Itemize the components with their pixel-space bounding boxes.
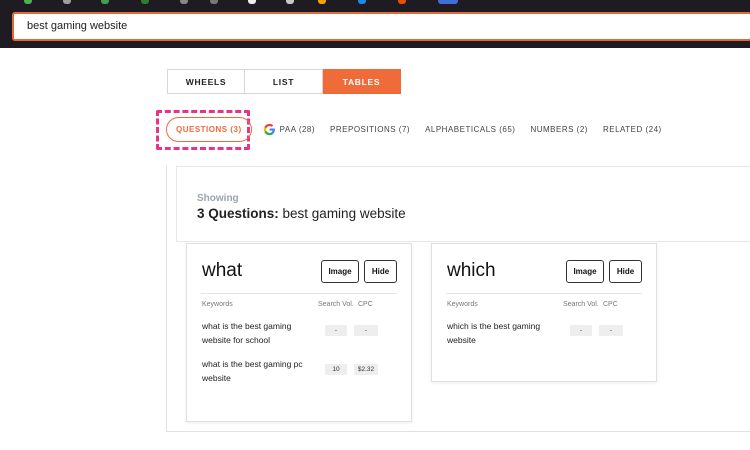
keywords-column-header: Keywords	[202, 301, 233, 308]
search-vol-column-header: Search Vol.	[563, 301, 599, 308]
tab-alphabeticals[interactable]: ALPHABETICALS (65)	[425, 117, 515, 142]
card-divider	[446, 293, 642, 294]
cpc-column-header: CPC	[358, 301, 373, 308]
tab-favicon	[141, 0, 149, 4]
tab-tables[interactable]: TABLES	[323, 69, 401, 94]
top-bar: best gaming website	[0, 0, 750, 48]
tab-favicon	[101, 0, 109, 4]
cpc-column-header: CPC	[603, 301, 618, 308]
keywords-column-header: Keywords	[447, 301, 478, 308]
google-icon	[263, 123, 275, 136]
question-card-what: what Image Hide Keywords Search Vol. CPC…	[186, 243, 412, 422]
cpc-value: $2.32	[354, 364, 378, 375]
showing-label: Showing	[197, 193, 239, 204]
tab-paa-label: PAA (28)	[279, 125, 316, 134]
sub-tabs: QUESTIONS (3) PAA (28) PREPOSITIONS (7) …	[166, 117, 677, 142]
keyword-row-text: what is the best gaming website for scho…	[202, 321, 292, 345]
question-card-which: which Image Hide Keywords Search Vol. CP…	[431, 243, 657, 382]
image-button[interactable]: Image	[566, 260, 604, 283]
search-input[interactable]: best gaming website	[12, 12, 750, 41]
card-title: what	[202, 260, 243, 281]
cpc-value: -	[354, 325, 378, 336]
showing-header	[176, 166, 750, 242]
results-count: 3 Questions:	[197, 206, 279, 221]
search-vol-value: -	[570, 325, 592, 336]
tab-wheels[interactable]: WHEELS	[167, 69, 245, 94]
tab-favicon	[438, 0, 458, 4]
cpc-value: -	[599, 325, 623, 336]
card-divider	[201, 293, 397, 294]
view-tabs: WHEELS LIST TABLES	[167, 69, 401, 94]
browser-tab-strip	[0, 0, 750, 5]
tab-favicon	[248, 0, 256, 4]
search-vol-column-header: Search Vol.	[318, 301, 354, 308]
tab-favicon	[286, 0, 294, 4]
tab-paa[interactable]: PAA (28)	[263, 117, 315, 142]
image-button[interactable]: Image	[321, 260, 359, 283]
tab-favicon	[63, 0, 71, 4]
tab-favicon	[398, 0, 406, 4]
tab-questions[interactable]: QUESTIONS (3)	[166, 117, 252, 142]
search-vol-value: -	[325, 325, 347, 336]
tab-related[interactable]: RELATED (24)	[603, 117, 662, 142]
tab-prepositions[interactable]: PREPOSITIONS (7)	[330, 117, 410, 142]
hide-button[interactable]: Hide	[609, 260, 642, 283]
tab-list[interactable]: LIST	[245, 69, 323, 94]
keyword-row-text: which is the best gaming website	[447, 321, 541, 345]
tab-favicon	[318, 0, 326, 4]
results-title: 3 Questions: best gaming website	[197, 206, 406, 221]
search-vol-value: 10	[325, 364, 347, 375]
tab-numbers[interactable]: NUMBERS (2)	[530, 117, 588, 142]
tab-favicon	[24, 0, 32, 4]
keyword-row-text: what is the best gaming pc website	[202, 359, 303, 383]
tab-favicon	[358, 0, 366, 4]
tab-favicon	[180, 0, 188, 4]
hide-button[interactable]: Hide	[364, 260, 397, 283]
card-title: which	[447, 260, 496, 281]
results-query: best gaming website	[282, 206, 406, 221]
tab-favicon	[210, 0, 218, 4]
